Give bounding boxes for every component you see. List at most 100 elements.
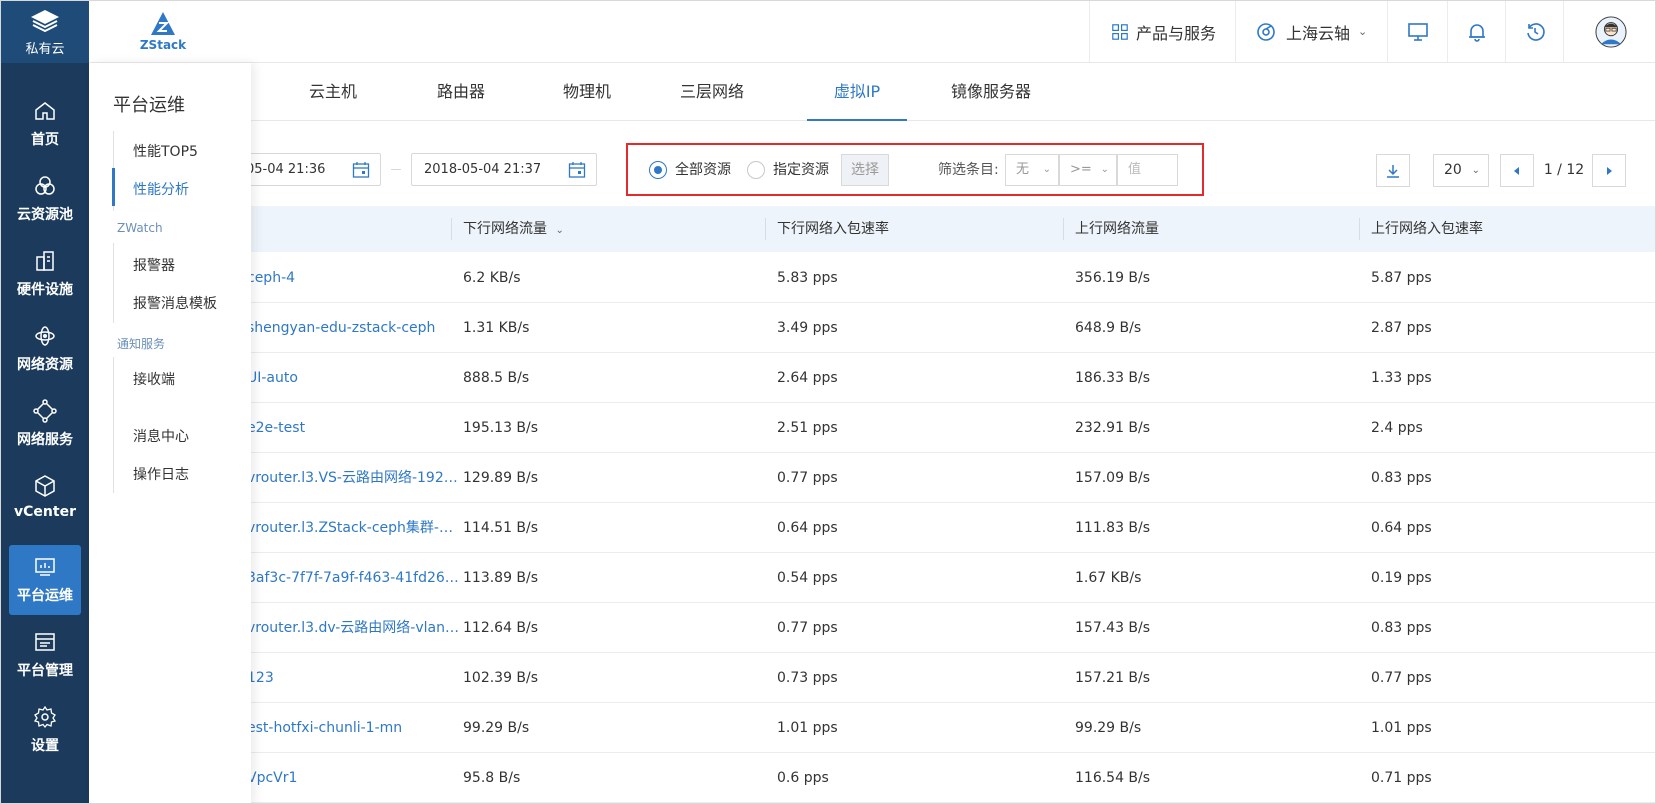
date-range-separator: [391, 169, 401, 170]
filter-operator-select[interactable]: >= ⌄: [1059, 154, 1117, 186]
cell-up-traffic: 157.09 B/s: [1075, 470, 1151, 486]
radio-all-resources-label[interactable]: 全部资源: [675, 161, 731, 179]
radio-specific-resources-label[interactable]: 指定资源: [773, 161, 829, 179]
layers-logo-icon: [31, 9, 59, 32]
tab-physical-machine[interactable]: 物理机: [547, 63, 627, 121]
next-page-button[interactable]: [1592, 154, 1626, 187]
table-row[interactable]: e2e-test 195.13 B/s 2.51 pps 232.91 B/s 2.4 …: [247, 403, 1655, 453]
cell-resource-name[interactable]: 123: [247, 653, 462, 703]
prev-page-button[interactable]: [1500, 154, 1534, 187]
cell-up-pps: 2.87 pps: [1371, 320, 1432, 336]
cell-up-pps: 0.83 pps: [1371, 470, 1432, 486]
cell-resource-name[interactable]: VpcVr1: [247, 753, 462, 803]
column-header-down-traffic[interactable]: 下行网络流量 ⌄: [463, 206, 564, 252]
rail-item-label: 平台运维: [17, 588, 73, 604]
table-row[interactable]: vrouter.l3.dv-云路由网络-vlan… 112.64 B/s 0.77 …: [247, 603, 1655, 653]
table-row[interactable]: 123 102.39 B/s 0.73 pps 157.21 B/s 0.77 pps: [247, 653, 1655, 703]
cell-down-pps: 0.64 pps: [777, 520, 838, 536]
cell-resource-name[interactable]: ceph-4: [247, 253, 462, 303]
cell-up-pps: 5.87 pps: [1371, 270, 1432, 286]
settings-gear-icon: [33, 705, 57, 729]
cell-up-traffic: 157.43 B/s: [1075, 620, 1151, 636]
cell-down-pps: 1.01 pps: [777, 720, 838, 736]
table-row[interactable]: vrouter.l3.VS-云路由网络-192… 129.89 B/s 0.77 p…: [247, 453, 1655, 503]
bell-icon: [1468, 23, 1485, 42]
rail-item-ops[interactable]: 平台运维: [9, 545, 81, 615]
products-services-button[interactable]: 产品与服务: [1089, 1, 1235, 62]
tab-virtual-ip[interactable]: 虚拟IP: [807, 63, 907, 121]
cell-down-pps: 2.51 pps: [777, 420, 838, 436]
history-button[interactable]: [1505, 1, 1563, 62]
column-header-down-pps[interactable]: 下行网络入包速率: [777, 206, 889, 252]
cell-resource-name[interactable]: vrouter.l3.VS-云路由网络-192…: [247, 453, 462, 503]
radio-specific-resources[interactable]: [747, 161, 765, 179]
submenu-item-message-center[interactable]: 消息中心: [133, 426, 189, 446]
radio-all-resources[interactable]: [649, 161, 667, 179]
table-row[interactable]: VpcVr1 95.8 B/s 0.6 pps 116.54 B/s 0.71 pps: [247, 753, 1655, 803]
page-size-select[interactable]: 20 ⌄: [1433, 154, 1489, 187]
rail-item-network-service[interactable]: 网络服务: [1, 389, 89, 459]
column-separator: [1359, 218, 1360, 240]
column-header-up-pps[interactable]: 上行网络入包速率: [1371, 206, 1483, 252]
monitor-button[interactable]: [1387, 1, 1447, 62]
submenu-item-top5[interactable]: 性能TOP5: [133, 141, 198, 161]
submenu-item-alarm-template[interactable]: 报警消息模板: [133, 293, 217, 313]
rail-item-platform-manage[interactable]: 平台管理: [1, 620, 89, 690]
tab-vm[interactable]: 云主机: [293, 63, 373, 121]
submenu-item-performance-analysis[interactable]: 性能分析: [133, 179, 189, 199]
cell-resource-name[interactable]: shengyan-edu-zstack-ceph: [247, 303, 462, 353]
chevron-down-icon: ⌄: [1100, 164, 1109, 175]
zstack-logo[interactable]: ZStack: [133, 11, 193, 55]
brand-block[interactable]: 私有云: [1, 1, 89, 63]
rail-item-hardware[interactable]: 硬件设施: [1, 239, 89, 309]
table-row[interactable]: UI-auto 888.5 B/s 2.64 pps 186.33 B/s 1.33 p…: [247, 353, 1655, 403]
rail-item-home[interactable]: 首页: [1, 89, 89, 159]
select-resource-button[interactable]: 选择: [841, 154, 889, 186]
cell-down-traffic: 102.39 B/s: [463, 670, 539, 686]
cell-resource-name[interactable]: vrouter.l3.dv-云路由网络-vlan…: [247, 603, 462, 653]
cell-resource-name[interactable]: UI-auto: [247, 353, 462, 403]
start-date-picker[interactable]: 05-04 21:36: [233, 153, 381, 186]
table-row[interactable]: shengyan-edu-zstack-ceph 1.31 KB/s 3.49 pp…: [247, 303, 1655, 353]
hardware-icon: [36, 251, 54, 271]
table-row[interactable]: 3af3c-7f7f-7a9f-f463-41fd26… 113.89 B/s 0.…: [247, 553, 1655, 603]
rail-item-vcenter[interactable]: vCenter: [1, 462, 89, 532]
table-row[interactable]: est-hotfxi-chunli-1-mn 99.29 B/s 1.01 pps 9…: [247, 703, 1655, 753]
cell-resource-name[interactable]: vrouter.l3.ZStack-ceph集群-…: [247, 503, 462, 553]
avatar-icon: [1594, 15, 1627, 48]
cell-resource-name[interactable]: 3af3c-7f7f-7a9f-f463-41fd26…: [247, 553, 462, 603]
table-row[interactable]: ceph-4 6.2 KB/s 5.83 pps 356.19 B/s 5.87 pps: [247, 253, 1655, 303]
page-size-value: 20: [1444, 162, 1462, 178]
chevron-down-icon: ⌄: [1471, 165, 1480, 176]
cell-up-pps: 0.64 pps: [1371, 520, 1432, 536]
cell-down-traffic: 114.51 B/s: [463, 520, 539, 536]
notification-button[interactable]: [1447, 1, 1505, 62]
column-header-label: 下行网络流量: [463, 221, 547, 237]
submenu-item-receiver[interactable]: 接收端: [133, 369, 175, 389]
caret-left-icon: [1514, 166, 1519, 175]
column-header-up-traffic[interactable]: 上行网络流量: [1075, 206, 1159, 252]
table-row[interactable]: vrouter.l3.ZStack-ceph集群-… 114.51 B/s 0.64…: [247, 503, 1655, 553]
filter-value-input[interactable]: 值: [1117, 154, 1178, 186]
end-date-picker[interactable]: 2018-05-04 21:37: [411, 153, 597, 186]
tab-image-server[interactable]: 镜像服务器: [941, 63, 1041, 121]
cell-resource-name[interactable]: est-hotfxi-chunli-1-mn: [247, 703, 462, 753]
cell-up-traffic: 356.19 B/s: [1075, 270, 1151, 286]
rail-item-network-resource[interactable]: 网络资源: [1, 314, 89, 384]
tab-l3-network[interactable]: 三层网络: [667, 63, 757, 121]
submenu-title: 平台运维: [113, 95, 185, 116]
rail-item-cloud-pool[interactable]: 云资源池: [1, 164, 89, 234]
calendar-icon: [568, 162, 586, 178]
submenu-item-alarm[interactable]: 报警器: [133, 255, 175, 275]
rail-item-label: 网络服务: [17, 432, 73, 448]
user-avatar-button[interactable]: [1563, 1, 1655, 62]
tab-router[interactable]: 路由器: [421, 63, 501, 121]
rail-item-settings[interactable]: 设置: [1, 695, 89, 765]
download-button[interactable]: [1376, 154, 1410, 187]
filter-field-select[interactable]: 无 ⌄: [1005, 154, 1059, 186]
region-selector[interactable]: 上海云轴 ⌄: [1235, 1, 1387, 62]
submenu-group-zwatch: ZWatch: [117, 221, 163, 235]
submenu-item-operation-log[interactable]: 操作日志: [133, 464, 189, 484]
cell-resource-name[interactable]: e2e-test: [247, 403, 462, 453]
history-icon: [1526, 22, 1545, 41]
